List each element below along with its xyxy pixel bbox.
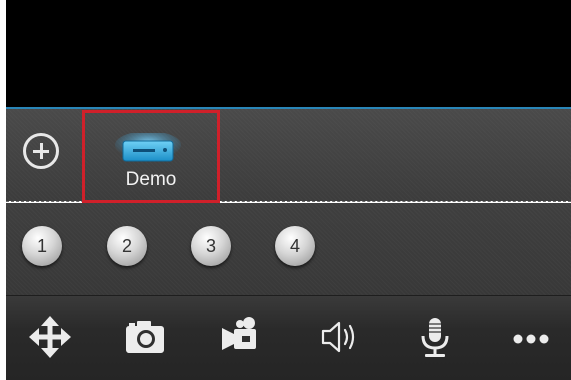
channel-button-4[interactable]: 4 [275, 226, 315, 266]
device-item[interactable]: Demo [82, 110, 220, 203]
video-view[interactable] [6, 0, 571, 109]
more-button[interactable] [506, 312, 556, 362]
ptz-move-button[interactable] [25, 312, 75, 362]
more-icon [513, 334, 549, 344]
speaker-icon [321, 321, 355, 353]
bottom-toolbar [6, 295, 571, 380]
channel-button-2[interactable]: 2 [107, 226, 147, 266]
channel-button-1[interactable]: 1 [22, 226, 62, 266]
snapshot-button[interactable] [120, 312, 170, 362]
audio-button[interactable] [315, 312, 365, 362]
channel-button-3[interactable]: 3 [191, 226, 231, 266]
add-device-button[interactable] [23, 133, 59, 169]
dvr-device-icon [115, 133, 181, 162]
app-frame: Demo 1 2 3 4 [6, 0, 571, 380]
microphone-icon [421, 318, 449, 357]
move-icon [29, 316, 71, 358]
record-button[interactable] [216, 312, 266, 362]
video-record-icon [222, 317, 256, 350]
device-name: Demo [125, 169, 177, 190]
camera-icon [126, 321, 164, 353]
talk-button[interactable] [410, 312, 460, 362]
